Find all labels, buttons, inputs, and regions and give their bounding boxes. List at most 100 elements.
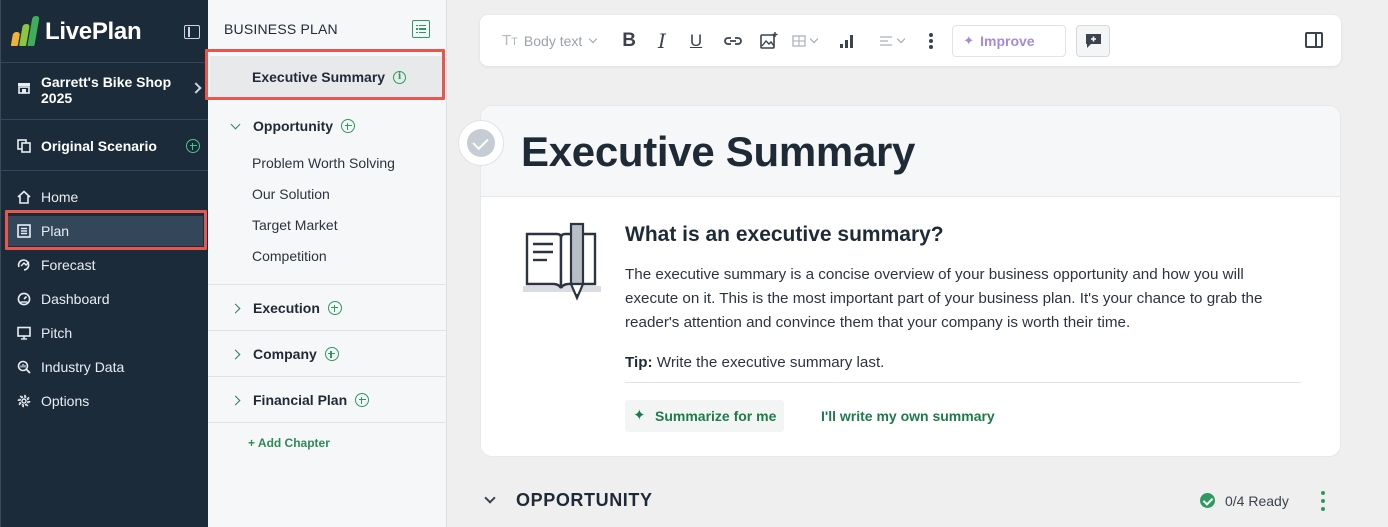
table-icon [792,34,806,47]
align-dropdown[interactable] [879,34,906,47]
chevron-right-icon[interactable] [230,395,241,405]
summarize-for-me-button[interactable]: ✦ Summarize for me [625,400,785,432]
nav-dashboard[interactable]: Dashboard [7,284,203,314]
improve-button[interactable]: ✦ Improve [952,24,1067,57]
bold-icon[interactable]: B [622,30,636,52]
toggle-side-panel-icon[interactable] [1305,32,1323,48]
nav-label: Options [41,393,90,409]
plan-icon [17,224,31,238]
company-name: Garrett's Bike Shop 2025 [41,74,172,106]
help-body: The executive summary is a concise overv… [625,266,1263,331]
section-title: Executive Summary [521,128,916,175]
scenario-name: Original Scenario [41,138,157,154]
chapter-financial-plan[interactable]: Financial Plan [208,390,446,410]
add-comment-button[interactable] [1076,24,1111,57]
nav-options[interactable]: Options [7,386,203,416]
add-section-icon[interactable] [355,393,370,407]
nav-industry-data[interactable]: Industry Data [7,352,203,382]
sparkle-icon: ✦ [963,32,975,48]
card-header: Executive Summary [481,106,1340,197]
outline-view-icon[interactable] [412,20,430,38]
italic-icon[interactable]: I [658,29,666,53]
divider [208,376,446,377]
add-section-icon[interactable] [341,119,356,133]
more-options-icon[interactable] [928,32,934,50]
logo-text: LivePlan [45,18,142,45]
collapse-sidebar-icon[interactable] [184,25,200,39]
home-icon [17,190,31,204]
chevron-down-icon [896,34,906,43]
logo-row: LivePlan [10,14,200,50]
divider [208,330,446,331]
add-section-icon[interactable] [327,301,342,315]
add-chapter-link[interactable]: + Add Chapter [248,436,330,450]
nav-home[interactable]: Home [7,182,203,212]
book-pencil-illustration-icon [523,222,601,301]
ready-status: 0/4 Ready [1225,493,1289,509]
chevron-right-icon [190,82,202,94]
divider [1,119,208,120]
chapter-company[interactable]: Company [208,344,446,364]
tip-label: Tip: [625,354,653,371]
add-scenario-icon[interactable] [186,139,200,153]
gear-icon [17,394,31,408]
underline-icon[interactable]: U [690,31,702,51]
chevron-down-icon [589,34,598,43]
chapter-execution[interactable]: Execution [208,298,446,318]
outline-item-executive-summary[interactable]: Executive Summary i [210,56,444,98]
link-icon[interactable] [724,34,743,48]
checkmark-icon [467,129,495,157]
chapter-label: Financial Plan [253,392,348,408]
dashboard-icon [17,292,31,306]
divider [1,170,208,171]
table-dropdown[interactable] [792,34,819,47]
executive-summary-card: Executive Summary What is an executive s… [480,105,1341,457]
nav-label: Forecast [41,257,96,273]
section-item[interactable]: Competition [252,248,327,264]
sparkle-icon: ✦ [633,407,646,424]
outline-title: BUSINESS PLAN [224,21,338,37]
chevron-right-icon[interactable] [230,349,241,359]
chevron-right-icon[interactable] [230,303,241,313]
image-icon[interactable] [760,31,778,50]
chapter-opportunity[interactable]: Opportunity [208,116,446,136]
section-item[interactable]: Target Market [252,217,338,233]
divider [208,422,446,423]
editor-area: TT Body text B I U ✦ Improve Executive S… [448,0,1388,527]
nav-label: Plan [41,223,70,239]
text-size-icon: TT [502,32,518,49]
section-item[interactable]: Problem Worth Solving [252,155,395,171]
store-icon [18,83,30,94]
info-icon[interactable]: i [393,70,407,84]
nav-pitch[interactable]: Pitch [7,318,203,348]
nav-forecast[interactable]: Forecast [7,250,203,280]
scenario-icon [17,139,31,153]
section-menu-icon[interactable] [1320,491,1326,511]
company-switcher[interactable]: Garrett's Bike Shop 2025 [17,74,202,106]
align-left-icon [880,35,893,46]
nav-label: Dashboard [41,291,110,307]
nav-label: Pitch [41,325,73,341]
tip-text: Write the executive summary last. [652,354,885,371]
app-sidebar: LivePlan Garrett's Bike Shop 2025 Origin… [0,0,208,527]
section-complete-toggle[interactable] [458,120,504,166]
chapter-label: Opportunity [253,118,334,134]
forecast-icon [17,259,30,271]
scenario-selector[interactable]: Original Scenario [17,136,200,156]
comment-icon [1086,33,1102,48]
add-section-icon[interactable] [324,347,339,361]
outline-item-label: Executive Summary [252,69,386,85]
section-item[interactable]: Our Solution [252,186,330,202]
text-style-dropdown[interactable]: TT Body text [502,32,598,49]
section-row-opportunity: OPPORTUNITY 0/4 Ready [480,480,1341,520]
pitch-icon [17,326,31,340]
chevron-down-icon [809,34,819,43]
nav-plan[interactable]: Plan [7,216,203,246]
summarize-label: Summarize for me [655,408,777,424]
chevron-down-icon[interactable] [484,492,496,504]
chart-icon[interactable] [839,33,855,49]
divider [208,284,446,285]
write-own-summary-link[interactable]: I'll write my own summary [821,408,995,424]
industry-data-icon [17,360,31,374]
chevron-down-icon[interactable] [230,119,241,129]
